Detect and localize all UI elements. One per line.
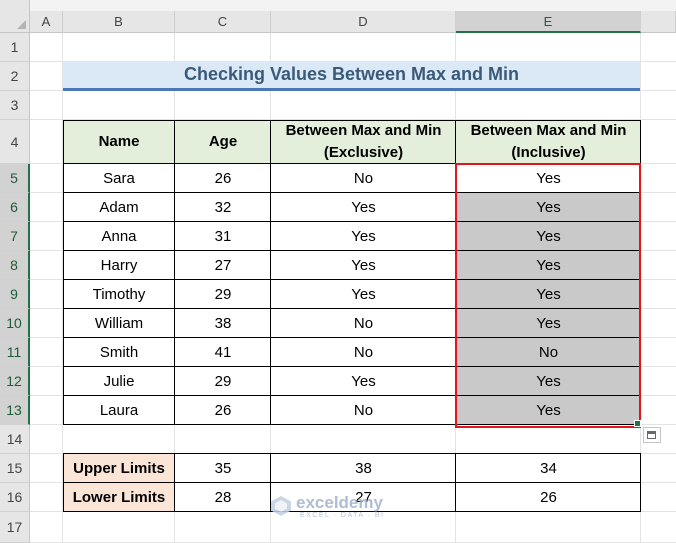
cell-name[interactable]: Julie xyxy=(63,367,175,396)
cell-name[interactable]: Smith xyxy=(63,338,175,367)
row-header-10[interactable]: 10 xyxy=(0,309,30,338)
table-border-v xyxy=(270,120,271,425)
cell-name[interactable]: Adam xyxy=(63,193,175,222)
cell-exclusive[interactable]: Yes xyxy=(271,193,456,222)
header-name[interactable]: Name xyxy=(63,120,175,164)
cell-age[interactable]: 29 xyxy=(175,367,271,396)
cell-exclusive[interactable]: Yes xyxy=(271,222,456,251)
row-header-17[interactable]: 17 xyxy=(0,512,30,543)
header-age[interactable]: Age xyxy=(175,120,271,164)
limits-border-h xyxy=(63,482,641,483)
header-between-exclusive-line-2: (Exclusive) xyxy=(323,144,404,161)
cell-age[interactable]: 29 xyxy=(175,280,271,309)
cell-exclusive[interactable]: No xyxy=(271,164,456,193)
header-age-line-1: Age xyxy=(208,133,238,150)
column-header-e[interactable]: E xyxy=(456,11,641,33)
upper-limit-exclusive[interactable]: 38 xyxy=(271,454,456,483)
header-between-exclusive[interactable]: Between Max and Min (Exclusive) xyxy=(271,120,456,164)
watermark-tagline: EXCEL · DATA · BI xyxy=(300,512,385,519)
row-header-9[interactable]: 9 xyxy=(0,280,30,309)
quick-analysis-icon xyxy=(647,431,656,439)
ribbon-edge xyxy=(30,0,676,11)
cell-exclusive[interactable]: No xyxy=(271,396,456,425)
quick-analysis-button[interactable] xyxy=(643,427,661,443)
header-between-inclusive[interactable]: Between Max and Min (Inclusive) xyxy=(456,120,641,164)
cell-name[interactable]: Sara xyxy=(63,164,175,193)
cell-exclusive[interactable]: Yes xyxy=(271,367,456,396)
cell-name[interactable]: Laura xyxy=(63,396,175,425)
cell-age[interactable]: 27 xyxy=(175,251,271,280)
cell-age[interactable]: 32 xyxy=(175,193,271,222)
table-border-h xyxy=(63,120,641,121)
header-between-exclusive-line-1: Between Max and Min xyxy=(285,122,442,139)
watermark-name: exceldemy xyxy=(296,493,383,512)
row-header-5[interactable]: 5 xyxy=(0,164,30,193)
row-header-12[interactable]: 12 xyxy=(0,367,30,396)
row-header-2[interactable]: 2 xyxy=(0,62,30,91)
cell-age[interactable]: 41 xyxy=(175,338,271,367)
upper-limit-inclusive[interactable]: 34 xyxy=(456,454,641,483)
cell-exclusive[interactable]: No xyxy=(271,309,456,338)
select-all-triangle-icon xyxy=(17,20,26,29)
row-header-11[interactable]: 11 xyxy=(0,338,30,367)
row-header-8[interactable]: 8 xyxy=(0,251,30,280)
cell-name[interactable]: Timothy xyxy=(63,280,175,309)
selection-highlight-box xyxy=(455,163,641,428)
limits-border-v xyxy=(640,453,641,512)
cell-exclusive[interactable]: No xyxy=(271,338,456,367)
limits-border-v xyxy=(455,453,456,512)
cell-age[interactable]: 26 xyxy=(175,164,271,193)
row-header-13[interactable]: 13 xyxy=(0,396,30,425)
column-header-c[interactable]: C xyxy=(175,11,271,33)
table-border-v xyxy=(63,120,64,425)
limits-border-h xyxy=(63,453,641,454)
cell-name[interactable]: William xyxy=(63,309,175,338)
header-between-inclusive-line-2: (Inclusive) xyxy=(511,144,586,161)
row-header-6[interactable]: 6 xyxy=(0,193,30,222)
upper-limit-label[interactable]: Upper Limits xyxy=(63,454,175,483)
cell-exclusive[interactable]: Yes xyxy=(271,251,456,280)
column-header-filler xyxy=(641,11,676,33)
select-all-button[interactable] xyxy=(0,0,30,33)
watermark: exceldemy EXCEL · DATA · BI xyxy=(270,493,420,523)
cell-name[interactable]: Anna xyxy=(63,222,175,251)
column-header-b[interactable]: B xyxy=(63,11,175,33)
header-name-line-1: Name xyxy=(98,133,140,150)
cell-age[interactable]: 31 xyxy=(175,222,271,251)
row-header-1[interactable]: 1 xyxy=(0,33,30,62)
cell-age[interactable]: 26 xyxy=(175,396,271,425)
row-header-16[interactable]: 16 xyxy=(0,483,30,512)
row-header-15[interactable]: 15 xyxy=(0,454,30,483)
row-header-7[interactable]: 7 xyxy=(0,222,30,251)
lower-limit-inclusive[interactable]: 26 xyxy=(456,483,641,512)
row-header-4[interactable]: 4 xyxy=(0,120,30,164)
sheet-title[interactable]: Checking Values Between Max and Min xyxy=(63,61,640,91)
cell-exclusive[interactable]: Yes xyxy=(271,280,456,309)
fill-handle[interactable] xyxy=(634,420,641,427)
column-header-a[interactable]: A xyxy=(30,11,63,33)
lower-limit-label[interactable]: Lower Limits xyxy=(63,483,175,512)
limits-border-v xyxy=(174,453,175,512)
lower-limit-age[interactable]: 28 xyxy=(175,483,271,512)
cell-name[interactable]: Harry xyxy=(63,251,175,280)
upper-limit-age[interactable]: 35 xyxy=(175,454,271,483)
limits-border-v xyxy=(63,453,64,512)
column-header-d[interactable]: D xyxy=(271,11,456,33)
table-border-v xyxy=(174,120,175,425)
exceldemy-logo-icon xyxy=(271,496,291,516)
row-header-14[interactable]: 14 xyxy=(0,425,30,454)
cell-age[interactable]: 38 xyxy=(175,309,271,338)
header-between-inclusive-line-1: Between Max and Min xyxy=(470,122,627,139)
row-header-3[interactable]: 3 xyxy=(0,91,30,120)
